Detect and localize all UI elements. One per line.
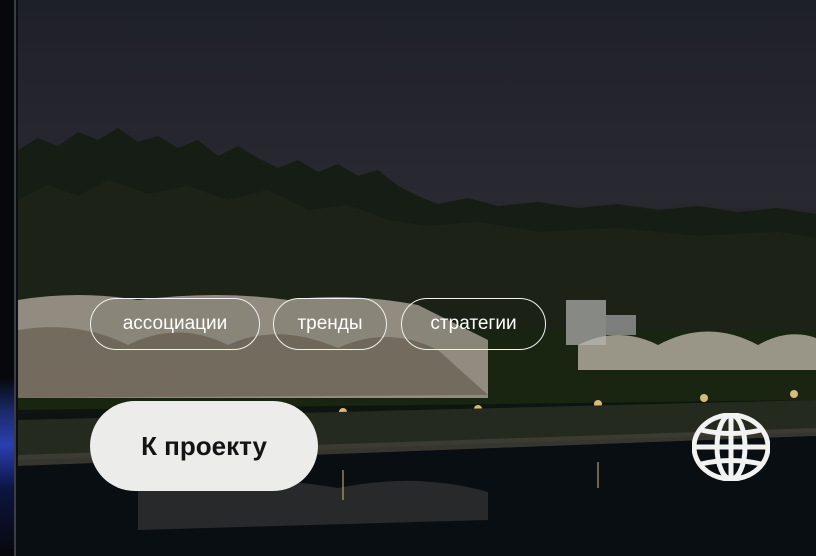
globe-icon[interactable] xyxy=(692,413,770,481)
tag-associations[interactable]: ассоциации xyxy=(90,298,260,350)
tag-trends[interactable]: тренды xyxy=(273,298,387,350)
to-project-button[interactable]: К проекту xyxy=(90,401,318,491)
adjacent-card-edge xyxy=(0,0,16,556)
tag-strategies[interactable]: стратегии xyxy=(401,298,546,350)
